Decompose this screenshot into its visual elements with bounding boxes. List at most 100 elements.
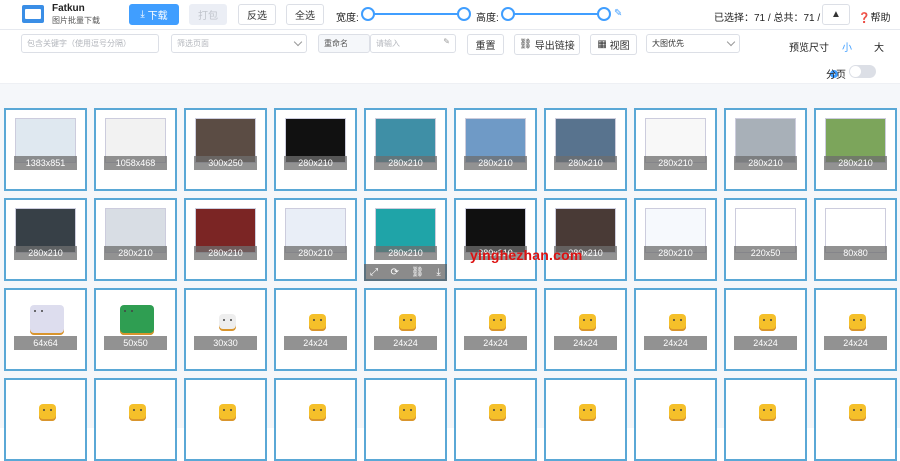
view-button[interactable]: ▦ 视图 <box>590 34 637 55</box>
image-tile[interactable]: 64x64 <box>4 288 87 371</box>
select-all-button[interactable]: 全选 <box>286 4 324 25</box>
zip-button[interactable]: 打包 <box>189 4 227 25</box>
app-logo-icon <box>22 5 44 23</box>
emoji-thumbnail <box>309 314 326 331</box>
image-tile[interactable]: 80x80 <box>814 198 897 281</box>
image-size-label: 24x24 <box>824 336 887 350</box>
image-tile[interactable]: 24x24 <box>274 288 357 371</box>
image-size-label: 280x210 <box>374 246 437 260</box>
image-tile[interactable]: 280x210 <box>814 108 897 191</box>
download-button[interactable]: ⤓ 下载 <box>129 4 179 25</box>
height-slider-track[interactable] <box>508 13 604 15</box>
image-tile[interactable]: 280x210 <box>724 108 807 191</box>
image-tile[interactable]: 1383x851 <box>4 108 87 191</box>
image-tile[interactable]: 280x210 <box>4 198 87 281</box>
image-tile[interactable]: 280x210 <box>634 108 717 191</box>
paging-toggle[interactable] <box>849 65 876 78</box>
image-tile[interactable] <box>4 378 87 461</box>
image-tile[interactable]: 30x30 <box>184 288 267 371</box>
image-size-label: 50x50 <box>104 336 167 350</box>
sort-select[interactable]: 大图优先 <box>646 34 740 53</box>
image-size-label: 280x210 <box>284 246 347 260</box>
image-tile[interactable]: 50x50 <box>94 288 177 371</box>
width-min-handle[interactable] <box>361 7 375 21</box>
image-tile[interactable] <box>634 378 717 461</box>
image-tile[interactable]: 280x210 <box>274 108 357 191</box>
image-tile[interactable]: 280x210 <box>454 108 537 191</box>
image-size-label: 280x210 <box>284 156 347 170</box>
help-link[interactable]: ❓帮助 <box>858 9 890 24</box>
filter-toolbar: 包含关键字（使用逗号分隔） 筛选页面 重命名 请输入 ✎ 重置 ⛓ 导出链接 ▦ … <box>0 30 900 78</box>
image-size-label: 280x210 <box>824 156 887 170</box>
share-icon[interactable]: ⟳ <box>391 267 399 278</box>
image-size-label: 280x210 <box>554 156 617 170</box>
image-tile[interactable] <box>274 378 357 461</box>
image-tile[interactable]: 220x50 <box>724 198 807 281</box>
height-min-handle[interactable] <box>501 7 515 21</box>
keyword-input[interactable]: 包含关键字（使用逗号分隔） <box>21 34 159 53</box>
image-size-label: 220x50 <box>734 246 797 260</box>
edit-icon: ✎ <box>443 37 450 46</box>
width-label: 宽度: <box>336 13 359 24</box>
image-size-label: 280x210 <box>374 156 437 170</box>
height-max-handle[interactable] <box>597 7 611 21</box>
width-max-handle[interactable] <box>457 7 471 21</box>
image-tile[interactable] <box>814 378 897 461</box>
image-tile[interactable]: 24x24 <box>814 288 897 371</box>
image-tile[interactable] <box>454 378 537 461</box>
download-icon[interactable]: ⤓ <box>436 267 440 278</box>
image-size-label: 24x24 <box>734 336 797 350</box>
width-slider-track[interactable] <box>368 13 464 15</box>
image-tile[interactable] <box>364 378 447 461</box>
image-size-label: 280x210 <box>104 246 167 260</box>
image-size-label: 24x24 <box>374 336 437 350</box>
image-tile[interactable]: 24x24 <box>454 288 537 371</box>
image-tile[interactable]: 280x210 <box>94 198 177 281</box>
image-thumbnail <box>30 305 64 335</box>
image-tile[interactable]: 24x24 <box>544 288 627 371</box>
image-tile[interactable] <box>94 378 177 461</box>
expand-icon[interactable]: ⤢ <box>370 267 378 278</box>
rename-label: 重命名 <box>318 34 370 53</box>
image-tile[interactable] <box>544 378 627 461</box>
image-tile[interactable]: 280x210 <box>364 108 447 191</box>
image-tile[interactable]: 1058x468 <box>94 108 177 191</box>
page-filter-select[interactable]: 筛选页面 <box>171 34 307 53</box>
image-tile[interactable]: 280x210 <box>274 198 357 281</box>
image-tile[interactable]: 24x24 <box>364 288 447 371</box>
image-size-label: 280x210 <box>734 156 797 170</box>
export-links-button[interactable]: ⛓ 导出链接 <box>514 34 580 55</box>
emoji-thumbnail <box>129 404 146 421</box>
edit-size-icon[interactable]: ✎ <box>614 8 622 19</box>
image-tile[interactable]: 24x24 <box>634 288 717 371</box>
reset-button[interactable]: 重置 <box>467 34 504 55</box>
emoji-thumbnail <box>39 404 56 421</box>
emoji-thumbnail <box>489 314 506 331</box>
image-size-label: 300x250 <box>194 156 257 170</box>
emoji-thumbnail <box>669 314 686 331</box>
link-icon: ⛓ <box>519 39 535 50</box>
image-tile[interactable]: 280x210 <box>454 198 537 281</box>
emoji-thumbnail <box>759 314 776 331</box>
image-tile[interactable]: 300x250 <box>184 108 267 191</box>
rename-input[interactable]: 请输入 ✎ <box>370 34 456 53</box>
chevron-down-icon <box>293 37 303 47</box>
image-tile[interactable] <box>724 378 807 461</box>
emoji-thumbnail <box>849 314 866 331</box>
image-size-label: 280x210 <box>14 246 77 260</box>
image-tile[interactable] <box>184 378 267 461</box>
image-tile[interactable]: 280x210 <box>544 108 627 191</box>
image-tile[interactable]: 24x24 <box>724 288 807 371</box>
image-grid: 1383x851 1058x468 300x250 280x210 280x210 280… <box>0 84 900 461</box>
emoji-thumbnail <box>579 404 596 421</box>
image-tile[interactable]: 280x210 <box>634 198 717 281</box>
image-thumbnail <box>120 305 154 335</box>
image-size-label: 280x210 <box>194 246 257 260</box>
paging-label: 分页 <box>826 70 846 81</box>
emoji-thumbnail <box>669 404 686 421</box>
image-tile[interactable]: 280x210 <box>544 198 627 281</box>
scroll-top-button[interactable]: ▲ <box>822 4 850 25</box>
link-icon[interactable]: ⛓ <box>411 267 424 278</box>
image-tile[interactable]: 280x210 <box>184 198 267 281</box>
invert-selection-button[interactable]: 反选 <box>238 4 276 25</box>
